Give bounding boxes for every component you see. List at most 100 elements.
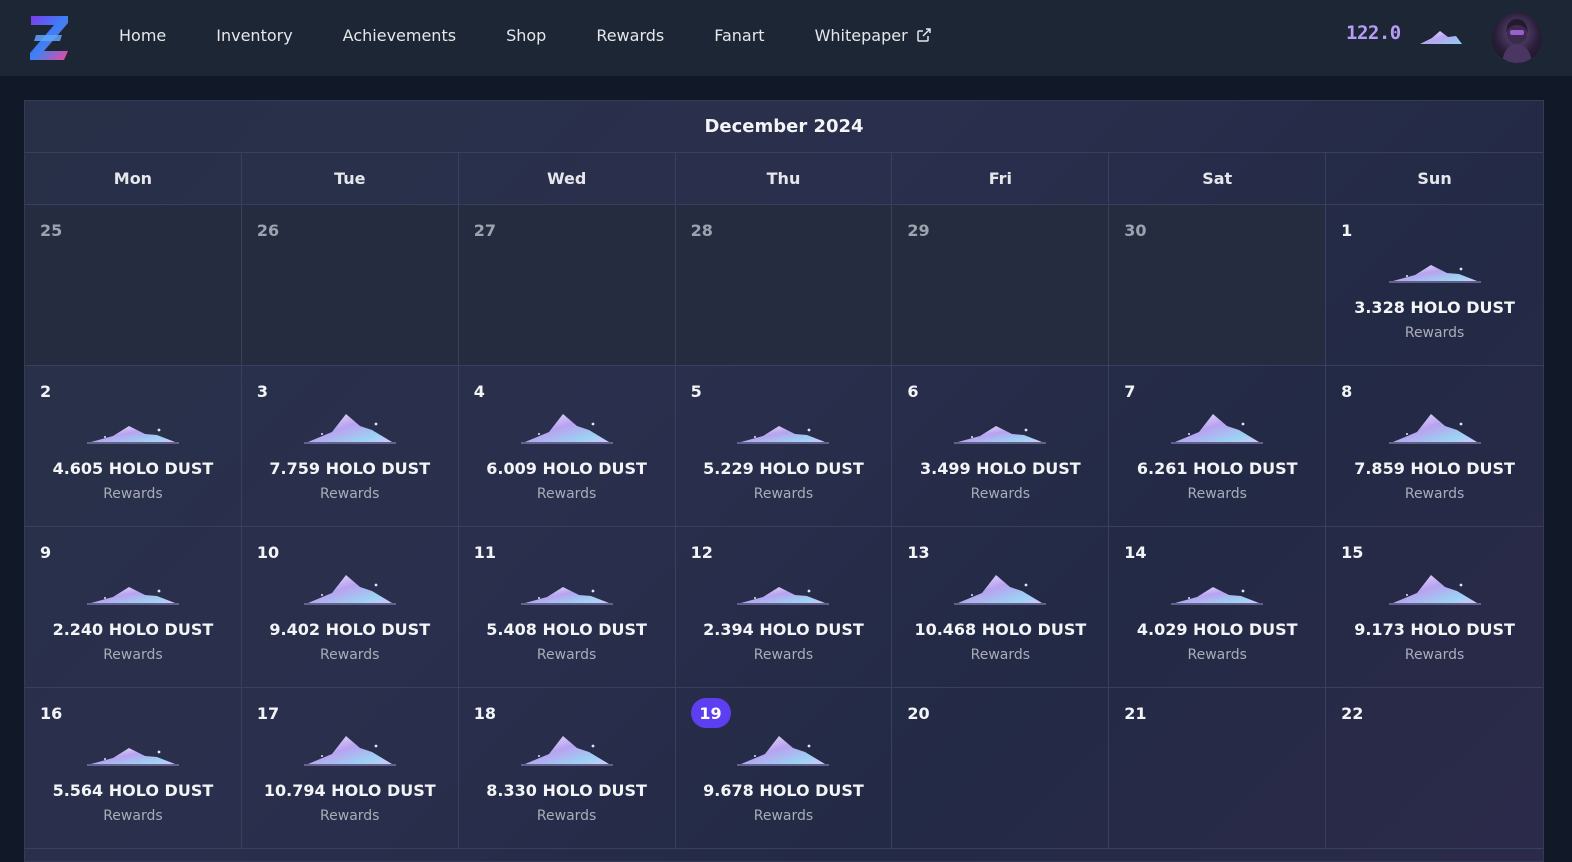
calendar-day-20[interactable]: 20 (892, 688, 1110, 849)
calendar-day-22[interactable]: 22 (1326, 688, 1543, 849)
holo-dust-icon (303, 736, 396, 766)
reward-amount: 10.468 HOLO DUST (914, 620, 1087, 639)
day-number: 7 (1124, 382, 1136, 401)
calendar-day-16[interactable]: 16 5.564 HOLO DUST Rewards (25, 688, 242, 849)
calendar-day-1[interactable]: 1 3.328 HOLO DUST Rewards (1326, 205, 1543, 366)
day-number: 4 (473, 382, 485, 401)
reward-label: Rewards (753, 486, 814, 502)
reward-label: Rewards (103, 647, 163, 663)
calendar-day-9[interactable]: 9 2.240 HOLO DUST Rewards (25, 527, 242, 688)
day-number: 28 (690, 221, 713, 240)
calendar-day-18[interactable]: 18 8.330 HOLO DUST Rewards (458, 688, 676, 849)
today-day-number: 19 (690, 698, 731, 728)
day-number: 8 (1341, 382, 1353, 401)
day-number: 5 (690, 382, 702, 401)
nav-home[interactable]: Home (119, 26, 166, 45)
reward-label: Rewards (1187, 486, 1247, 502)
dust-balance: 122.0 (1346, 22, 1401, 44)
day-number: 3 (256, 382, 268, 401)
reward-amount: 7.859 HOLO DUST (1354, 459, 1515, 478)
calendar-day-13[interactable]: 13 10.468 HOLO DUST Rewards (892, 527, 1110, 688)
weekday-sat: Sat (1109, 153, 1327, 204)
calendar-day-14[interactable]: 14 4.029 HOLO DUST Rewards (1109, 527, 1327, 688)
holo-dust-icon (86, 587, 179, 605)
calendar-day-17[interactable]: 17 10.794 HOLO DUST Rewards (241, 688, 459, 849)
reward-label: Rewards (1187, 647, 1247, 663)
nav-inventory[interactable]: Inventory (216, 26, 292, 45)
weekday-wed: Wed (459, 153, 676, 204)
holo-dust-icon (86, 426, 179, 444)
calendar-day-19[interactable]: 19 9.678 HOLO DUST Rewards (675, 688, 893, 849)
reward-amount: 6.261 HOLO DUST (1136, 459, 1298, 478)
day-number: 2 (40, 382, 52, 401)
weekday-header: Mon Tue Wed Thu Fri Sat Sun (25, 153, 1543, 205)
calendar-day-5[interactable]: 5 5.229 HOLO DUST Rewards (675, 366, 893, 527)
nav-achievements-label: Achievements (342, 25, 457, 45)
day-number: 13 (907, 543, 930, 562)
calendar-day-10[interactable]: 10 9.402 HOLO DUST Rewards (241, 527, 459, 688)
reward-amount: 9.402 HOLO DUST (269, 620, 431, 639)
day-number: 16 (40, 704, 63, 723)
reward-amount: 8.330 HOLO DUST (486, 781, 647, 800)
calendar-day-12[interactable]: 12 2.394 HOLO DUST Rewards (675, 527, 893, 688)
calendar-grid: 25 26 27 28 29 30 1 3.328 HOLO DUST Rewards 2 4.60… (25, 205, 1543, 849)
calendar-day-15[interactable]: 15 9.173 HOLO DUST Rewards (1326, 527, 1543, 688)
nav-fanart-label: Fanart (714, 25, 765, 45)
day-number: 15 (1341, 543, 1364, 562)
nav-whitepaper-label: Whitepaper (814, 25, 908, 45)
day-number: 25 (40, 221, 63, 240)
calendar-day-4[interactable]: 4 6.009 HOLO DUST Rewards (458, 366, 676, 527)
nav-achievements[interactable]: Achievements (343, 26, 456, 45)
user-avatar[interactable] (1492, 13, 1542, 63)
calendar-day-8[interactable]: 8 7.859 HOLO DUST Rewards (1326, 366, 1543, 527)
reward-amount: 9.173 HOLO DUST (1354, 620, 1515, 639)
weekday-mon: Mon (25, 153, 242, 204)
calendar-day-29-prev-month: 29 (892, 205, 1110, 366)
weekday-tue: Tue (242, 153, 459, 204)
reward-amount: 6.009 HOLO DUST (486, 459, 647, 478)
reward-label: Rewards (970, 647, 1031, 663)
reward-amount: 5.229 HOLO DUST (703, 459, 864, 478)
calendar-title: December 2024 (25, 101, 1543, 153)
reward-amount: 5.564 HOLO DUST (52, 781, 214, 800)
reward-label: Rewards (970, 486, 1031, 502)
reward-label: Rewards (103, 808, 163, 824)
calendar-day-2[interactable]: 2 4.605 HOLO DUST Rewards (25, 366, 242, 527)
holo-dust-icon (737, 736, 830, 766)
nav-links: Home Inventory Achievements Shop Rewards… (119, 0, 982, 70)
day-number: 1 (1341, 221, 1353, 240)
reward-amount: 2.240 HOLO DUST (52, 620, 214, 639)
reward-label: Rewards (1404, 486, 1465, 502)
holo-dust-icon (520, 414, 613, 444)
nav-whitepaper[interactable]: Whitepaper (815, 26, 932, 45)
reward-label: Rewards (1404, 647, 1465, 663)
day-number: 9 (40, 543, 52, 562)
nav-shop[interactable]: Shop (506, 26, 546, 45)
holo-dust-icon (520, 736, 613, 766)
holo-dust-icon (303, 414, 396, 444)
day-number: 20 (907, 704, 930, 723)
reward-amount: 2.394 HOLO DUST (703, 620, 864, 639)
navbar: Home Inventory Achievements Shop Rewards… (0, 0, 1572, 76)
reward-label: Rewards (753, 647, 814, 663)
calendar-day-21[interactable]: 21 (1109, 688, 1327, 849)
day-number: 14 (1124, 543, 1147, 562)
day-number: 18 (473, 704, 496, 723)
day-number: 27 (473, 221, 496, 240)
day-number: 11 (473, 543, 496, 562)
calendar-day-30-prev-month: 30 (1109, 205, 1327, 366)
reward-label: Rewards (320, 486, 380, 502)
day-number: 12 (690, 543, 713, 562)
holo-dust-icon (954, 426, 1047, 444)
weekday-fri: Fri (892, 153, 1110, 204)
holo-dust-icon (1388, 265, 1481, 283)
nav-fanart[interactable]: Fanart (714, 26, 764, 45)
calendar-day-7[interactable]: 7 6.261 HOLO DUST Rewards (1109, 366, 1327, 527)
holo-dust-icon (737, 587, 830, 605)
nav-rewards[interactable]: Rewards (596, 26, 664, 45)
holo-dust-icon (954, 575, 1047, 605)
logo-icon[interactable] (28, 13, 70, 63)
calendar-day-3[interactable]: 3 7.759 HOLO DUST Rewards (241, 366, 459, 527)
calendar-day-11[interactable]: 11 5.408 HOLO DUST Rewards (458, 527, 676, 688)
calendar-day-6[interactable]: 6 3.499 HOLO DUST Rewards (892, 366, 1110, 527)
